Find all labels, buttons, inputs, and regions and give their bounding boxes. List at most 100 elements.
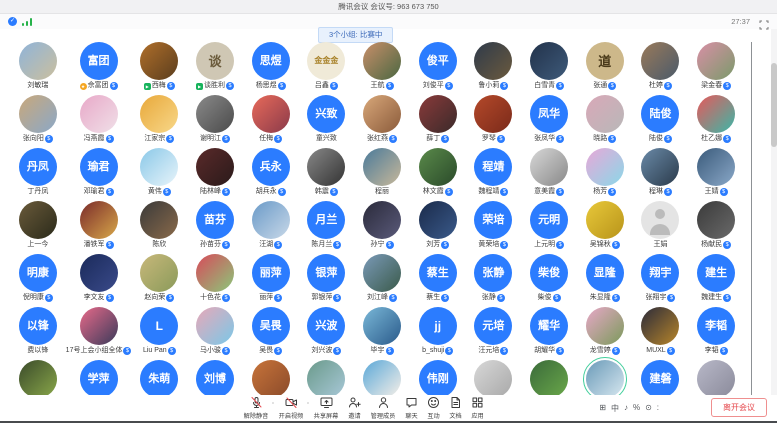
participant-tile[interactable]: 刘敏瑞 (10, 42, 66, 95)
participant-tile[interactable]: 刘芳$ (410, 201, 466, 254)
participant-tile[interactable]: 王婧$ (688, 148, 744, 201)
participant-tile[interactable]: 吴畏吴畏$ (243, 307, 299, 360)
participant-tile[interactable]: 杨献民$ (688, 201, 744, 254)
participant-tile[interactable]: 韩震$ (299, 148, 355, 201)
participant-tile[interactable]: 程靖魏程靖$ (466, 148, 522, 201)
participant-tile[interactable]: 程丽 (354, 148, 410, 201)
toolbar-mic-off-button[interactable]: ˬ解除静音 (243, 396, 269, 420)
participant-tile[interactable]: 富团★佘富团$ (66, 42, 132, 95)
participant-tile[interactable]: 王娟 (633, 201, 689, 254)
participant-tile[interactable]: 吴锦秋$ (577, 201, 633, 254)
participant-tile[interactable]: 荣培黄荣培$ (466, 201, 522, 254)
participant-tile[interactable]: 任梅$ (243, 95, 299, 148)
participant-tile[interactable]: 晓路$ (577, 95, 633, 148)
participant-tile[interactable]: 毕宇$ (354, 307, 410, 360)
participant-tile[interactable]: 梁金春$ (688, 42, 744, 95)
leave-meeting-button[interactable]: 离开会议 (711, 398, 767, 417)
tray-icon[interactable]: ⊙ (645, 403, 652, 414)
participant-tile[interactable]: 以锋费以锋 (10, 307, 66, 360)
participant-tile[interactable]: MUXL$ (633, 307, 689, 360)
toolbar-chat-button[interactable]: 聊天 (405, 396, 418, 420)
participant-tile[interactable]: 元明上元明$ (521, 201, 577, 254)
chevron-up-icon[interactable]: ˬ (307, 399, 309, 403)
participant-tile[interactable]: 冯燕霞$ (66, 95, 132, 148)
participant-tile[interactable]: 意美霞$ (521, 148, 577, 201)
participant-tile[interactable]: 耀华胡耀华$ (521, 307, 577, 360)
participant-tile[interactable]: 程琳$ (633, 148, 689, 201)
participant-tile[interactable]: 元培汪元培$ (466, 307, 522, 360)
system-tray-icons[interactable]: ⊞ 中 ♪% ⊙: (599, 403, 659, 414)
participant-tile[interactable]: 马小骏$ (187, 307, 243, 360)
participant-tile[interactable]: 汪湖$ (243, 201, 299, 254)
participant-tile[interactable]: 明康倪明康$ (10, 254, 66, 307)
tray-icon[interactable]: ⊞ (599, 403, 606, 414)
participant-tile[interactable]: 显隆朱显隆$ (577, 254, 633, 307)
tray-icon[interactable]: 中 (611, 403, 619, 414)
participant-tile[interactable]: 思煜杨思煜$ (243, 42, 299, 95)
participant-tile[interactable]: 杜乙娜$ (688, 95, 744, 148)
participant-tile[interactable]: 张红燕$ (354, 95, 410, 148)
toolbar-doc-button[interactable]: 文档 (449, 396, 462, 420)
participant-tile[interactable]: 上一今 (10, 201, 66, 254)
participant-tile[interactable]: 十色花$ (187, 254, 243, 307)
participant-tile[interactable]: 杨芳$ (577, 148, 633, 201)
participant-tile[interactable]: 兴致童兴致 (299, 95, 355, 148)
participant-tile[interactable]: 兵永胡兵永$ (243, 148, 299, 201)
chevron-up-icon[interactable]: ˬ (272, 399, 274, 403)
participant-tile[interactable]: 陆林峰$ (187, 148, 243, 201)
exit-fullscreen-icon[interactable] (759, 17, 769, 27)
participant-tile[interactable]: 月兰陈月兰$ (299, 201, 355, 254)
participant-tile[interactable]: 苗芬孙苗芬$ (187, 201, 243, 254)
participant-tile[interactable]: 罗琴$ (466, 95, 522, 148)
participant-tile[interactable]: 瑜君邓瑜君$ (66, 148, 132, 201)
participant-tile[interactable]: 白雪青$ (521, 42, 577, 95)
participant-tile[interactable]: 薛丁$ (410, 95, 466, 148)
toolbar-members-button[interactable]: 管理成员 (370, 396, 396, 420)
tray-icon[interactable]: ♪ (624, 403, 628, 414)
participant-tile[interactable]: ▶西梅$ (131, 42, 187, 95)
participant-tile[interactable]: 张静张静$ (466, 254, 522, 307)
participant-tile[interactable]: 杜婷$ (633, 42, 689, 95)
participant-tile[interactable]: 银萍郭银萍$ (299, 254, 355, 307)
participant-tile[interactable]: 蔡生蔡生$ (410, 254, 466, 307)
toolbar-apps-button[interactable]: 应用 (471, 396, 484, 420)
participant-tile[interactable]: 江家宗$ (131, 95, 187, 148)
toolbar-react-button[interactable]: 互动 (427, 396, 440, 420)
participant-tile[interactable]: jjb_shuji$ (410, 307, 466, 360)
toolbar-camera-off-button[interactable]: ˬ开启视频 (278, 396, 304, 420)
participant-tile[interactable]: 金金金吕鑫$ (299, 42, 355, 95)
participant-tile[interactable]: 丹凤丁丹凤 (10, 148, 66, 201)
tray-icon[interactable]: % (633, 403, 640, 414)
participant-tile[interactable]: 陈欣 (131, 201, 187, 254)
tray-icon[interactable]: : (657, 403, 659, 414)
participant-tile[interactable]: 17号上会小组全体$ (66, 307, 132, 360)
participant-tile[interactable]: 王航$ (354, 42, 410, 95)
participant-tile[interactable]: 林文霞$ (410, 148, 466, 201)
participant-tile[interactable]: 兴波刘兴波$ (299, 307, 355, 360)
participant-tile[interactable]: 谈▶谈胜利$ (187, 42, 243, 95)
participant-tile[interactable]: 谢明江$ (187, 95, 243, 148)
participant-tile[interactable]: 龙雪婷$ (577, 307, 633, 360)
scrollbar-thumb[interactable] (771, 63, 777, 147)
participant-tile[interactable]: 孙宁$ (354, 201, 410, 254)
security-shield-icon[interactable]: ✓ (8, 17, 17, 26)
participant-tile[interactable]: 凤华张凤华$ (521, 95, 577, 148)
participant-tile[interactable]: 道张通$ (577, 42, 633, 95)
toolbar-invite-button[interactable]: 邀请 (348, 396, 361, 420)
scrollbar-track[interactable] (771, 29, 777, 396)
participant-tile[interactable]: 俊平刘俊平$ (410, 42, 466, 95)
participant-tile[interactable]: 陆俊陆俊$ (633, 95, 689, 148)
participant-tile[interactable]: 张向阳$ (10, 95, 66, 148)
participant-tile[interactable]: LLiu Pan$ (131, 307, 187, 360)
participant-tile[interactable]: 李韬李韬$ (688, 307, 744, 360)
network-signal-icon[interactable] (22, 18, 34, 26)
participant-tile[interactable]: 黄伟$ (131, 148, 187, 201)
participant-tile[interactable]: 建生魏建生$ (688, 254, 744, 307)
toolbar-screen-share-button[interactable]: 共享屏幕 (313, 396, 339, 420)
participant-tile[interactable]: 刘江峰$ (354, 254, 410, 307)
participant-tile[interactable]: 鲁小莉$ (466, 42, 522, 95)
participant-tile[interactable]: 潘铁军$ (66, 201, 132, 254)
participant-tile[interactable]: 翔宇张翔宇$ (633, 254, 689, 307)
participant-tile[interactable]: 丽萍丽萍$ (243, 254, 299, 307)
participant-tile[interactable]: 赵向荣$ (131, 254, 187, 307)
